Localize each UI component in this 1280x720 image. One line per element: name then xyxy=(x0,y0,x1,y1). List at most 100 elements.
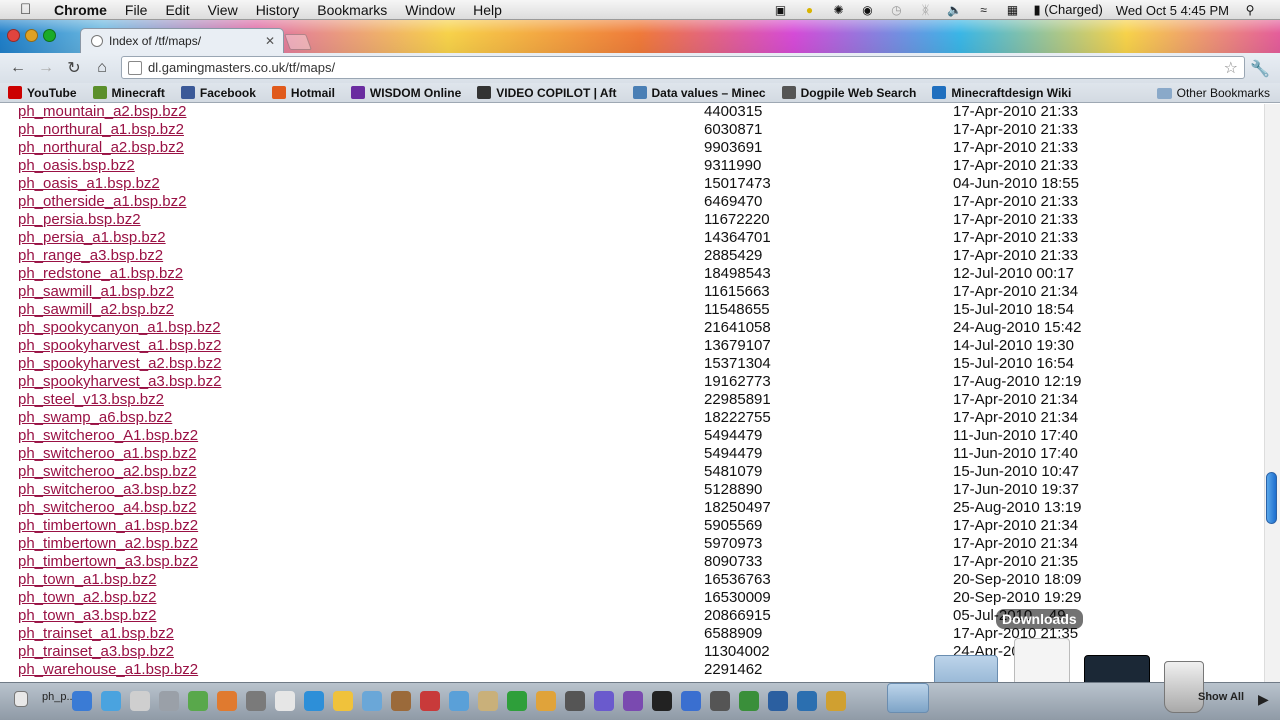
apple-menu-icon[interactable]:  xyxy=(20,1,40,18)
minimize-window-icon[interactable] xyxy=(25,29,38,42)
downloads-stack-label[interactable]: Downloads xyxy=(996,609,1083,629)
file-link[interactable]: ph_timbertown_a2.bsp.bz2 xyxy=(18,535,198,553)
file-link[interactable]: ph_switcheroo_a1.bsp.bz2 xyxy=(18,445,196,463)
bookmark-item[interactable]: Dogpile Web Search xyxy=(781,86,916,100)
wifi-icon[interactable]: ≈ xyxy=(975,3,991,17)
vertical-scrollbar[interactable] xyxy=(1264,104,1280,682)
scrollbar-thumb[interactable] xyxy=(1266,472,1277,524)
battery-status[interactable]: ▮ (Charged) xyxy=(1033,2,1102,18)
camera-icon[interactable]: ▣ xyxy=(772,3,788,17)
other-bookmarks[interactable]: Other Bookmarks xyxy=(1156,86,1270,100)
file-link[interactable]: ph_persia_a1.bsp.bz2 xyxy=(18,229,166,247)
minimized-window-label[interactable]: ph_p... xyxy=(42,691,76,703)
file-link[interactable]: ph_northural_a1.bsp.bz2 xyxy=(18,121,184,139)
file-link[interactable]: ph_switcheroo_A1.bsp.bz2 xyxy=(18,427,198,445)
bookmark-star-icon[interactable]: ☆ xyxy=(1224,58,1238,78)
file-link[interactable]: ph_switcheroo_a4.bsp.bz2 xyxy=(18,499,196,517)
file-link[interactable]: ph_mountain_a2.bsp.bz2 xyxy=(18,104,186,121)
file-link[interactable]: ph_spookyharvest_a3.bsp.bz2 xyxy=(18,373,221,391)
bookmark-item[interactable]: Facebook xyxy=(180,86,256,100)
spotlight-search-icon[interactable]: ⚲ xyxy=(1242,3,1258,17)
dock-app-icon[interactable] xyxy=(72,691,92,711)
file-link[interactable]: ph_timbertown_a3.bsp.bz2 xyxy=(18,553,198,571)
file-link[interactable]: ph_swamp_a6.bsp.bz2 xyxy=(18,409,172,427)
file-link[interactable]: ph_town_a1.bsp.bz2 xyxy=(18,571,156,589)
file-link[interactable]: ph_oasis_a1.bsp.bz2 xyxy=(18,175,160,193)
file-link[interactable]: ph_timbertown_a1.bsp.bz2 xyxy=(18,517,198,535)
home-icon[interactable]: ⌂ xyxy=(88,59,116,77)
bookmark-item[interactable]: WISDOM Online xyxy=(350,86,461,100)
dock-app-icon[interactable] xyxy=(130,691,150,711)
wrench-menu-icon[interactable]: 🔧 xyxy=(1250,59,1270,79)
dock-app-icon[interactable] xyxy=(304,691,324,711)
back-arrow-icon[interactable]: ← xyxy=(4,59,32,77)
dock-app-icon[interactable] xyxy=(275,691,295,711)
dock-app-icon[interactable] xyxy=(739,691,759,711)
dock-app-icon[interactable] xyxy=(478,691,498,711)
menu-bookmarks[interactable]: Bookmarks xyxy=(317,2,387,18)
dock-app-icon[interactable] xyxy=(333,691,353,711)
dock-folder-icon[interactable] xyxy=(887,683,929,713)
dock-app-icon[interactable] xyxy=(420,691,440,711)
bookmark-item[interactable]: Minecraft xyxy=(92,86,165,100)
dock-app-icon[interactable] xyxy=(652,691,672,711)
bluetooth-icon[interactable]: ᛤ xyxy=(917,3,933,17)
file-link[interactable]: ph_range_a3.bsp.bz2 xyxy=(18,247,163,265)
file-link[interactable]: ph_sawmill_a2.bsp.bz2 xyxy=(18,301,174,319)
dock-app-icon[interactable] xyxy=(536,691,556,711)
zoom-window-icon[interactable] xyxy=(43,29,56,42)
dock-app-icon[interactable] xyxy=(391,691,411,711)
bookmark-item[interactable]: Minecraftdesign Wiki xyxy=(932,86,1071,100)
menu-help[interactable]: Help xyxy=(473,2,502,18)
time-machine-icon[interactable]: ◷ xyxy=(888,3,904,17)
dock-app-icon[interactable] xyxy=(710,691,730,711)
file-link[interactable]: ph_spookyharvest_a2.bsp.bz2 xyxy=(18,355,221,373)
dock-app-icon[interactable] xyxy=(246,691,266,711)
app-menu[interactable]: Chrome xyxy=(54,2,107,18)
file-link[interactable]: ph_spookycanyon_a1.bsp.bz2 xyxy=(18,319,221,337)
address-bar-url[interactable]: dl.gamingmasters.co.uk/tf/maps/ xyxy=(148,60,335,75)
dock-app-icon[interactable] xyxy=(188,691,208,711)
file-link[interactable]: ph_sawmill_a1.bsp.bz2 xyxy=(18,283,174,301)
dock-scroll-arrow-icon[interactable]: ▶ xyxy=(1258,691,1278,711)
dock-app-icon[interactable] xyxy=(768,691,788,711)
dock-app-icon[interactable] xyxy=(797,691,817,711)
clock[interactable]: Wed Oct 5 4:45 PM xyxy=(1116,3,1229,18)
dock-app-icon[interactable] xyxy=(159,691,179,711)
file-link[interactable]: ph_switcheroo_a3.bsp.bz2 xyxy=(18,481,196,499)
reload-icon[interactable]: ↻ xyxy=(60,58,88,78)
bookmark-item[interactable]: VIDEO COPILOT | Aft xyxy=(477,86,617,100)
gamepad-icon[interactable]: ◉ xyxy=(859,3,875,17)
address-bar[interactable]: dl.gamingmasters.co.uk/tf/maps/ ☆ xyxy=(121,56,1245,79)
dock-app-icon[interactable] xyxy=(217,691,237,711)
file-link[interactable]: ph_steel_v13.bsp.bz2 xyxy=(18,391,164,409)
dock-app-icon[interactable] xyxy=(101,691,121,711)
forward-arrow-icon[interactable]: → xyxy=(32,59,60,77)
dock-app-icon[interactable] xyxy=(565,691,585,711)
file-link[interactable]: ph_warehouse_a1.bsp.bz2 xyxy=(18,661,198,679)
input-menu-icon[interactable]: ▦ xyxy=(1004,3,1020,17)
menu-history[interactable]: History xyxy=(256,2,300,18)
dock-app-icon[interactable] xyxy=(826,691,846,711)
dock-app-icon[interactable] xyxy=(623,691,643,711)
dock-app-icon[interactable] xyxy=(507,691,527,711)
bookmark-item[interactable]: Data values – Minec xyxy=(632,86,766,100)
close-tab-icon[interactable]: ✕ xyxy=(265,34,275,48)
file-link[interactable]: ph_switcheroo_a2.bsp.bz2 xyxy=(18,463,196,481)
menu-file[interactable]: File xyxy=(125,2,148,18)
trash-icon[interactable] xyxy=(1164,661,1204,713)
tab-index-of-maps[interactable]: Index of /tf/maps/ ✕ xyxy=(80,28,284,53)
dock-app-icon[interactable] xyxy=(681,691,701,711)
menu-view[interactable]: View xyxy=(208,2,238,18)
show-all-button[interactable]: Show All xyxy=(1198,691,1244,703)
file-link[interactable]: ph_persia.bsp.bz2 xyxy=(18,211,141,229)
volume-icon[interactable]: 🔈 xyxy=(946,3,962,17)
menu-window[interactable]: Window xyxy=(405,2,455,18)
file-link[interactable]: ph_oasis.bsp.bz2 xyxy=(18,157,135,175)
file-link[interactable]: ph_trainset_a3.bsp.bz2 xyxy=(18,643,174,661)
file-link[interactable]: ph_northural_a2.bsp.bz2 xyxy=(18,139,184,157)
bookmark-item[interactable]: Hotmail xyxy=(271,86,335,100)
close-window-icon[interactable] xyxy=(7,29,20,42)
file-link[interactable]: ph_redstone_a1.bsp.bz2 xyxy=(18,265,183,283)
dock-app-icon[interactable] xyxy=(362,691,382,711)
